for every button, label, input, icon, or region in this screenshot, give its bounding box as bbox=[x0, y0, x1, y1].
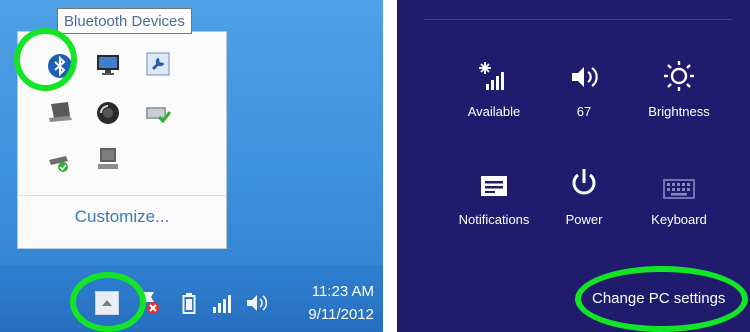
tile-volume[interactable]: 67 bbox=[529, 52, 639, 119]
charm-divider bbox=[424, 19, 732, 20]
desktop-tray-screenshot: Bluetooth Devices Customize... 11:23 AM … bbox=[0, 0, 383, 332]
tile-brightness-label: Brightness bbox=[648, 104, 710, 119]
volume-icon[interactable] bbox=[244, 290, 270, 316]
battery-icon[interactable] bbox=[180, 291, 198, 315]
customize-link[interactable]: Customize... bbox=[18, 207, 226, 227]
tile-brightness[interactable]: Brightness bbox=[624, 52, 734, 119]
computer-icon[interactable] bbox=[93, 144, 123, 174]
network-check-icon[interactable] bbox=[143, 98, 173, 128]
tile-keyboard-label: Keyboard bbox=[651, 212, 707, 227]
usb-drive-icon[interactable] bbox=[45, 146, 75, 176]
keyboard-icon bbox=[663, 179, 695, 199]
brightness-icon bbox=[664, 61, 694, 91]
tile-power-label: Power bbox=[565, 212, 603, 227]
power-icon bbox=[572, 169, 596, 195]
bluetooth-tooltip: Bluetooth Devices bbox=[57, 8, 192, 34]
action-center-flag-icon[interactable] bbox=[136, 288, 162, 316]
network-signal-icon[interactable] bbox=[210, 290, 234, 316]
wifi-signal-icon bbox=[479, 62, 504, 90]
volume-icon bbox=[572, 67, 598, 87]
tool-icon[interactable] bbox=[143, 49, 173, 79]
settings-charm: Available 67 Brightness Notifications Po… bbox=[397, 0, 750, 332]
speaker-icon[interactable] bbox=[93, 98, 123, 128]
panel-divider bbox=[18, 195, 226, 196]
chevron-up-icon bbox=[102, 300, 112, 306]
monitor-icon[interactable] bbox=[93, 49, 123, 79]
notifications-icon bbox=[481, 176, 507, 196]
bluetooth-icon[interactable] bbox=[45, 51, 75, 81]
tile-power[interactable]: Power bbox=[529, 160, 639, 227]
change-pc-settings-link[interactable]: Change PC settings bbox=[592, 290, 725, 307]
clock-date[interactable]: 9/11/2012 bbox=[308, 306, 374, 323]
tile-keyboard[interactable]: Keyboard bbox=[624, 160, 734, 227]
show-hidden-icons-button[interactable] bbox=[95, 291, 119, 315]
tile-volume-label: 67 bbox=[576, 104, 592, 119]
notification-overflow-panel: Customize... bbox=[17, 31, 227, 249]
laptop-icon[interactable] bbox=[45, 98, 75, 128]
clock-time[interactable]: 11:23 AM bbox=[312, 283, 374, 300]
